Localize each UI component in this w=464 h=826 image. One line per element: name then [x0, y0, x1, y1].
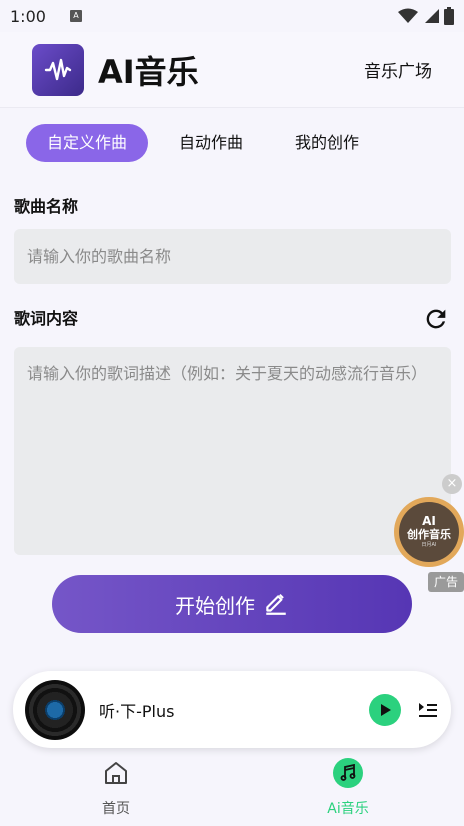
- music-note-icon: [340, 764, 356, 781]
- start-create-label: 开始创作: [175, 593, 255, 618]
- app-logo: [32, 43, 84, 96]
- nav-ai-music-label: Ai音乐: [327, 801, 369, 817]
- nav-home-label: 首页: [102, 801, 130, 817]
- tab-my-creations[interactable]: 我的创作: [274, 124, 380, 162]
- mini-player[interactable]: 听·下-Plus: [13, 671, 451, 748]
- wifi-icon: [398, 8, 418, 23]
- lyrics-input[interactable]: [14, 347, 451, 555]
- lyrics-label: 歌词内容: [14, 309, 79, 328]
- waveform-icon: [44, 58, 72, 80]
- music-icon-wrap: [333, 758, 363, 788]
- home-icon: [105, 762, 127, 784]
- home-icon-wrap: [101, 758, 131, 788]
- signal-icon: [425, 9, 439, 23]
- edit-icon: [266, 594, 286, 615]
- ad-close-button[interactable]: ×: [442, 474, 462, 494]
- compose-tabs: 自定义作曲 自动作曲 我的创作: [26, 124, 390, 162]
- ad-sub-text: 日月AI: [421, 542, 437, 548]
- refresh-icon[interactable]: [422, 305, 450, 333]
- app-title: AI音乐: [98, 52, 199, 91]
- ad-badge[interactable]: AI 创作音乐 日月AI: [394, 497, 464, 567]
- status-icons: [398, 7, 454, 25]
- play-icon: [381, 703, 391, 716]
- battery-icon: [444, 7, 454, 25]
- song-name-label: 歌曲名称: [14, 197, 79, 216]
- status-time: 1:00: [10, 6, 46, 26]
- tab-auto-compose[interactable]: 自动作曲: [158, 124, 264, 162]
- bottom-nav: 首页 Ai音乐: [0, 752, 464, 826]
- music-market-link[interactable]: 音乐广场: [364, 57, 432, 82]
- status-bar: 1:00 A: [0, 0, 464, 32]
- nav-home[interactable]: 首页: [0, 752, 232, 826]
- nav-ai-music[interactable]: Ai音乐: [232, 752, 464, 826]
- tab-custom-compose[interactable]: 自定义作曲: [26, 124, 149, 162]
- play-button[interactable]: [369, 693, 401, 726]
- app-header: AI音乐 音乐广场: [0, 32, 464, 108]
- ad-ai-text: AI: [422, 514, 436, 528]
- album-disc: [25, 679, 85, 740]
- ad-inner: AI 创作音乐 日月AI: [399, 502, 459, 562]
- queue-icon[interactable]: [417, 699, 439, 721]
- ad-tag: 广告: [428, 572, 464, 592]
- ad-name-text: 创作音乐: [407, 528, 451, 541]
- song-name-input[interactable]: [14, 229, 451, 284]
- start-create-button[interactable]: 开始创作: [52, 575, 412, 633]
- status-app-icon: A: [69, 10, 82, 22]
- track-title: 听·下-Plus: [99, 701, 175, 721]
